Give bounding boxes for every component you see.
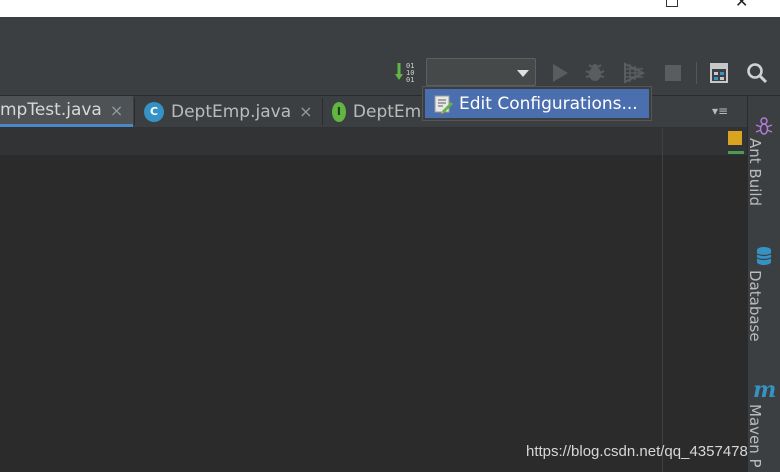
run-with-coverage-icon[interactable] [623,62,645,84]
code-editor[interactable] [0,155,747,472]
edit-configurations-label: Edit Configurations... [459,93,638,114]
tab-emp-test[interactable]: mpTest.java × [0,96,133,127]
tab-label: mpTest.java [0,100,102,120]
tab-separator [322,98,323,125]
interface-badge-icon: I [332,101,346,122]
database-tool-window[interactable]: Database [746,270,764,342]
change-marker [728,151,744,154]
ant-icon[interactable] [754,116,774,136]
close-icon[interactable]: × [299,102,312,121]
main-toolbar: 01 10 01 [0,50,780,96]
warning-marker-icon[interactable] [728,131,742,145]
tab-separator [134,98,135,125]
window-restore-icon[interactable] [666,0,678,7]
watermark-text: https://blog.csdn.net/qq_4357478 [526,443,748,460]
ant-build-tool-window[interactable]: Ant Build [746,138,764,206]
class-badge-icon: C [144,101,164,122]
right-tool-window-bar: Ant Build Database m Maven P [746,96,780,472]
right-margin-guide [662,128,663,472]
run-configuration-popup: Edit Configurations... [422,86,652,121]
edit-configurations-icon [434,95,453,114]
stop-icon[interactable] [662,62,684,84]
sort-icon-digit-3: 01 [406,76,414,84]
project-structure-icon[interactable] [708,62,730,84]
debug-icon[interactable] [584,62,606,84]
database-icon[interactable] [754,246,774,266]
menu-bar [0,17,780,51]
sort-binary-icon[interactable]: 01 10 01 [394,61,418,85]
run-configuration-dropdown[interactable] [426,58,536,86]
search-icon[interactable] [746,62,768,84]
chevron-down-icon [517,70,529,77]
tab-label: DeptEmp [352,101,432,122]
run-icon[interactable] [549,62,571,84]
maven-projects-tool-window[interactable]: Maven P [746,404,764,468]
maven-icon[interactable]: m [753,377,776,403]
tab-dept-emp-interface[interactable]: I DeptEmp [332,96,432,127]
toolbar-separator [696,62,697,84]
tab-label: DeptEmp.java [171,101,292,122]
close-icon[interactable]: × [110,101,123,120]
window-close-icon[interactable]: ✕ [735,0,748,10]
breadcrumb-bar [0,128,747,155]
tabs-list-menu-icon[interactable]: ▾≡ [712,104,728,118]
window-title-bar: ✕ [0,0,780,17]
tab-dept-emp[interactable]: C DeptEmp.java × [144,96,322,127]
edit-configurations-menu-item[interactable]: Edit Configurations... [425,89,649,118]
